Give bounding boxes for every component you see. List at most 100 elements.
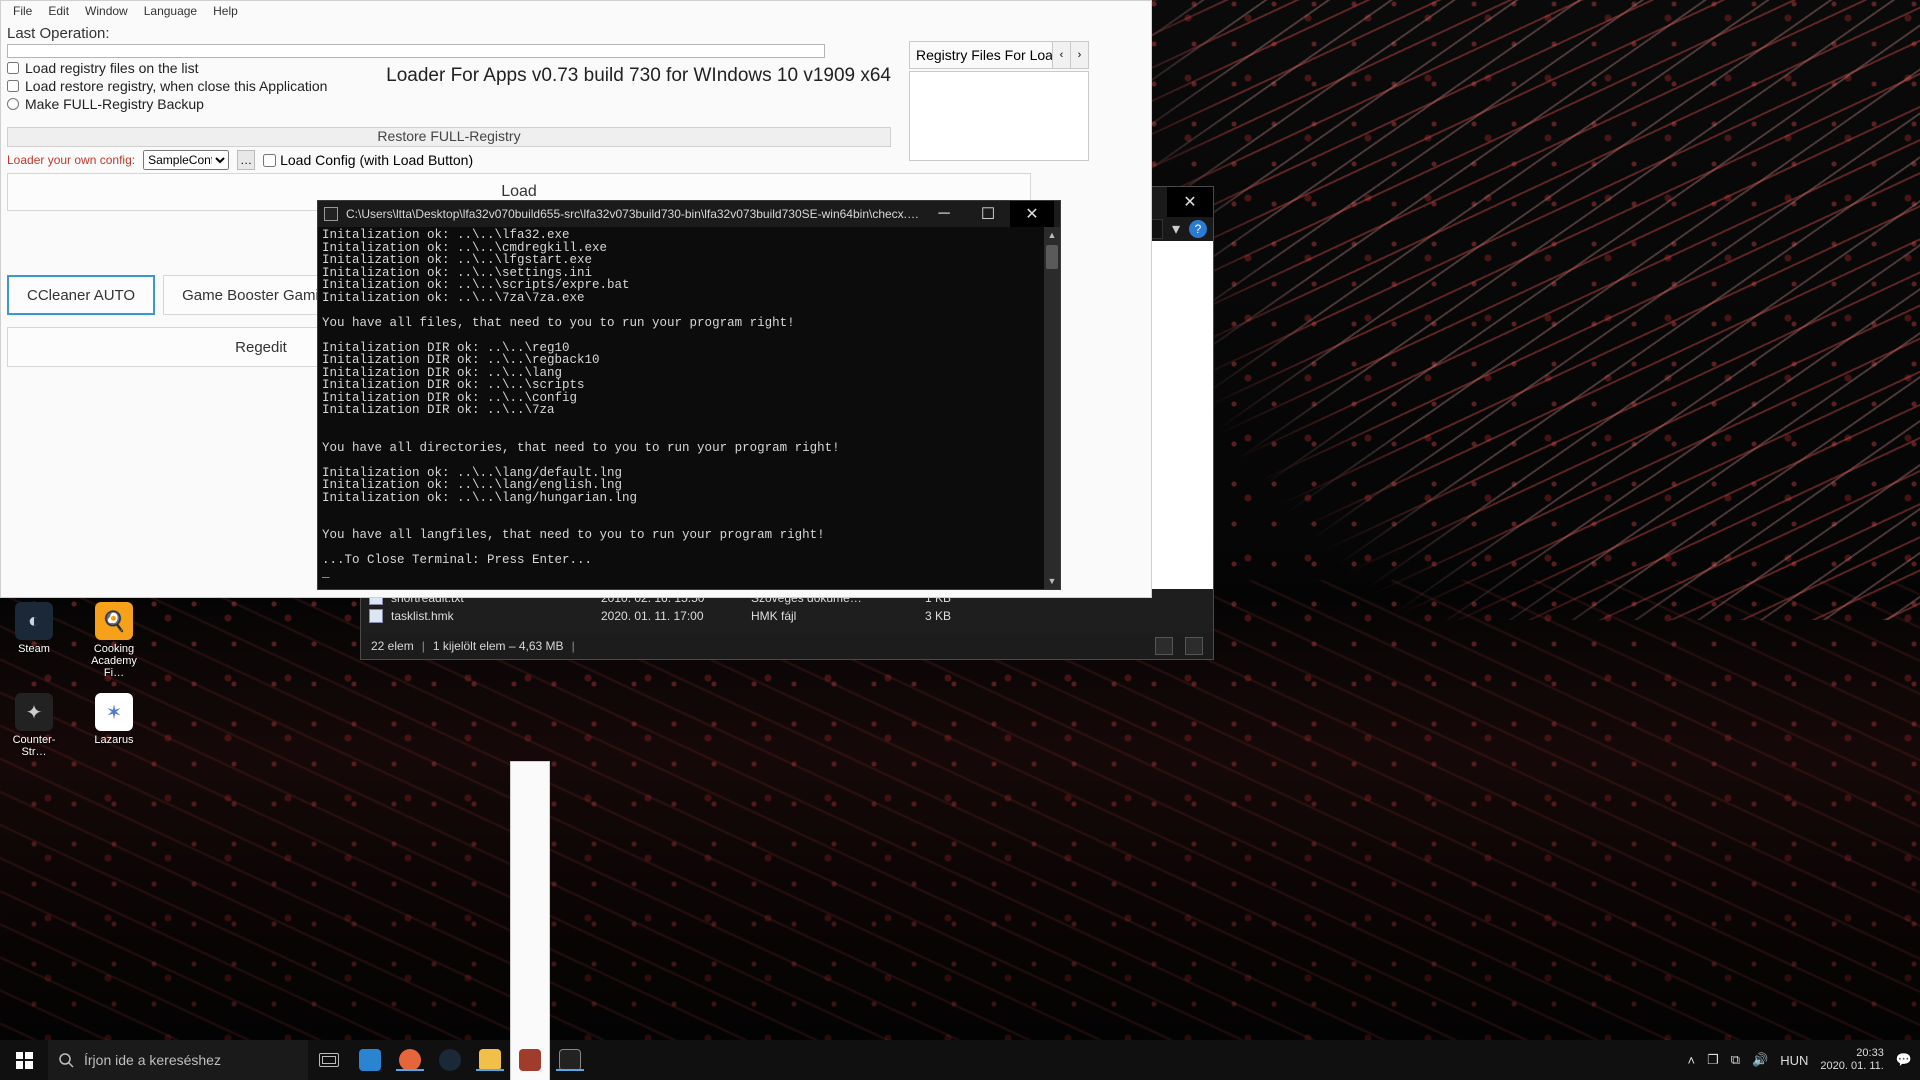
tray-chevron-up-icon[interactable]: ˄ [1688,1053,1696,1068]
chevron-down-icon[interactable]: ▾ [1169,219,1183,239]
menu-language[interactable]: Language [138,2,203,20]
file-icon [369,609,383,623]
checkbox[interactable] [7,62,19,74]
taskbar-apps [350,1040,590,1080]
help-icon[interactable]: ? [1189,220,1207,238]
option-label: Load restore registry, when close this A… [25,78,327,94]
registry-next-button[interactable]: › [1071,41,1089,69]
task-view-icon [319,1053,339,1067]
app-title: Loader For Apps v0.73 build 730 for WInd… [386,65,891,87]
console-output-area[interactable]: Initalization ok: ..\..\lfa32.exe Inital… [318,227,1060,589]
tray-language-indicator[interactable]: HUN [1780,1053,1808,1068]
scroll-up-icon[interactable]: ▲ [1044,227,1060,243]
tray-time: 20:33 [1820,1047,1883,1060]
desktop-icon-label: Counter-Str… [4,734,64,758]
menubar: File Edit Window Language Help [1,1,1151,21]
steam-icon: ◐ [15,602,53,640]
taskbar-search[interactable]: Írjon ide a kereséshez [48,1040,308,1080]
tray-date: 2020. 01. 11. [1820,1060,1883,1073]
view-details-icon[interactable] [1155,637,1173,655]
cooking-icon: 🍳 [95,602,133,640]
app-buttons-row: CCleaner AUTO Game Booster Gaming [7,275,355,315]
console-minimize-button[interactable]: ─ [922,201,966,227]
console-maximize-button[interactable]: ☐ [966,201,1010,227]
registry-files-listbox[interactable] [909,71,1089,161]
registry-files-panel: Registry Files For Load ‹ › [909,41,1089,161]
separator: | [422,639,425,653]
desktop-icons-area: ◐ Steam 🍳 Cooking Academy Fi… ✦ Counter-… [4,602,154,772]
status-selection: 1 kijelölt elem – 4,63 MB [433,639,564,653]
menu-window[interactable]: Window [79,2,134,20]
edge-icon [359,1049,381,1071]
console-title-text: C:\Users\ltta\Desktop\lfa32v070build655-… [346,207,922,221]
taskbar-app-console[interactable] [550,1049,590,1071]
steam-icon [439,1049,461,1071]
tray-network-icon[interactable]: ⧉ [1731,1052,1740,1068]
option-label: Load registry files on the list [25,60,199,76]
config-row: Loader your own config: SampleConfig … L… [7,150,473,170]
task-view-button[interactable] [308,1040,350,1080]
lazarus-icon: ✶ [95,693,133,731]
radio[interactable] [7,98,19,110]
tray-clock[interactable]: 20:33 2020. 01. 11. [1820,1047,1883,1072]
desktop-icon-label: Lazarus [94,734,133,746]
taskbar-app-steam[interactable] [430,1049,470,1071]
explorer-status-bar: 22 elem | 1 kijelölt elem – 4,63 MB | [361,633,1213,659]
console-scrollbar[interactable]: ▲ ▼ [1044,227,1060,589]
menu-edit[interactable]: Edit [42,2,75,20]
desktop-icon-counterstrike[interactable]: ✦ Counter-Str… [4,693,64,758]
separator: | [572,639,575,653]
console-output-text: Initalization ok: ..\..\lfa32.exe Inital… [318,227,1060,581]
last-operation-field [7,44,825,58]
file-size: 3 KB [891,609,951,623]
scroll-down-icon[interactable]: ▼ [1044,573,1060,589]
search-placeholder: Írjon ide a kereséshez [84,1052,221,1068]
load-config-checkbox[interactable]: Load Config (with Load Button) [263,152,473,168]
taskbar-app-explorer[interactable] [470,1049,510,1071]
desktop-icon-lazarus[interactable]: ✶ Lazarus [84,693,144,758]
tray-notifications-icon[interactable]: 💬 [1896,1052,1912,1068]
file-name: tasklist.hmk [391,609,601,623]
desktop-icon-cooking[interactable]: 🍳 Cooking Academy Fi… [84,602,144,679]
menu-file[interactable]: File [7,2,38,20]
scroll-thumb[interactable] [1046,245,1058,269]
lfa-icon [519,1049,541,1071]
file-date: 2020. 01. 11. 17:00 [601,609,751,623]
taskbar-app-lfa[interactable] [510,761,550,1080]
console-close-button[interactable]: ✕ [1010,201,1054,227]
config-select[interactable]: SampleConfig [143,150,229,170]
counterstrike-icon: ✦ [15,693,53,731]
start-button[interactable] [0,1040,48,1080]
taskbar: Írjon ide a kereséshez ˄ ❐ ⧉ 🔊 HUN 20:33… [0,1040,1920,1080]
restore-full-registry-button[interactable]: Restore FULL-Registry [7,127,891,147]
registry-prev-button[interactable]: ‹ [1053,41,1071,69]
ccleaner-auto-button[interactable]: CCleaner AUTO [7,275,155,315]
browse-config-button[interactable]: … [237,150,255,170]
tray-display-icon[interactable]: ❐ [1707,1052,1719,1068]
file-row[interactable]: tasklist.hmk 2020. 01. 11. 17:00 HMK fáj… [361,607,1213,625]
explorer-icon [479,1049,501,1071]
checkbox[interactable] [7,80,19,92]
desktop-icon-steam[interactable]: ◐ Steam [4,602,64,679]
last-operation-label: Last Operation: [7,25,1145,42]
registry-panel-title: Registry Files For Load [909,41,1053,69]
console-titlebar[interactable]: C:\Users\ltta\Desktop\lfa32v070build655-… [318,201,1060,227]
system-tray: ˄ ❐ ⧉ 🔊 HUN 20:33 2020. 01. 11. 💬 [1680,1040,1920,1080]
explorer-close-button[interactable]: ✕ [1167,187,1213,217]
status-item-count: 22 elem [371,639,414,653]
taskbar-app-firefox[interactable] [390,1049,430,1071]
view-large-icon[interactable] [1185,637,1203,655]
config-label: Loader your own config: [7,153,135,167]
taskbar-app-edge[interactable] [350,1049,390,1071]
firefox-icon [399,1049,421,1071]
tray-volume-icon[interactable]: 🔊 [1752,1052,1768,1068]
console-icon [324,207,338,221]
option-label: Make FULL-Registry Backup [25,96,204,112]
menu-help[interactable]: Help [207,2,244,20]
console-window[interactable]: C:\Users\ltta\Desktop\lfa32v070build655-… [317,200,1061,590]
option-label: Load Config (with Load Button) [280,152,473,168]
checkbox[interactable] [263,154,276,167]
desktop-icon-label: Cooking Academy Fi… [84,643,144,679]
search-icon [58,1052,74,1068]
desktop-icon-label: Steam [18,643,50,655]
